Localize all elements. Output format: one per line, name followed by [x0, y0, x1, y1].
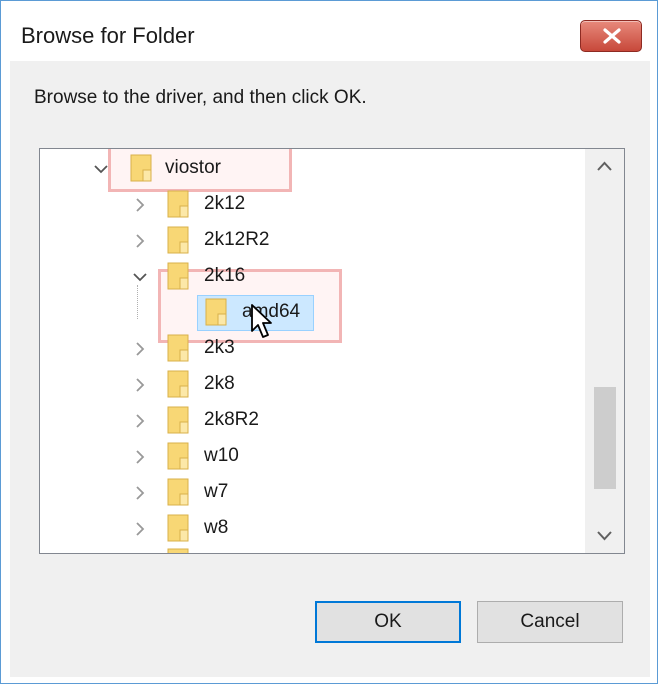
chevron-down-icon[interactable]	[93, 161, 109, 177]
chevron-right-icon[interactable]	[132, 521, 148, 537]
folder-tree[interactable]: viostor 2k12 2k12R2 2k16 amd64 2k3 2k8 2…	[39, 148, 625, 554]
instruction-text: Browse to the driver, and then click OK.	[34, 87, 367, 108]
chevron-right-icon[interactable]	[132, 449, 148, 465]
folder-icon	[167, 442, 189, 470]
chevron-down-icon[interactable]	[132, 269, 148, 285]
ok-button[interactable]: OK	[315, 601, 461, 643]
window-title: Browse for Folder	[21, 23, 195, 48]
tree-item-label: 2k16	[204, 265, 246, 286]
tree-item-2k12[interactable]: 2k12	[40, 187, 580, 223]
folder-icon	[167, 334, 189, 362]
folder-icon	[205, 298, 227, 326]
chevron-right-icon[interactable]	[132, 233, 148, 249]
tree-item-2k8r2[interactable]: 2k8R2	[40, 403, 580, 439]
browse-for-folder-dialog: Browse for Folder Browse to the driver, …	[0, 0, 658, 684]
folder-icon	[167, 514, 189, 542]
tree-item-label: viostor	[165, 157, 221, 178]
tree-item-label: w10	[204, 445, 239, 466]
folder-icon	[167, 548, 189, 553]
tree-item-label: 2k8	[204, 373, 235, 394]
tree-item-label: 2k8R2	[204, 409, 259, 430]
tree-item-label: w8	[204, 517, 229, 538]
folder-icon	[167, 226, 189, 254]
chevron-right-icon[interactable]	[132, 341, 148, 357]
mouse-pointer-icon	[251, 304, 272, 338]
folder-icon	[167, 406, 189, 434]
folder-icon	[167, 262, 189, 290]
tree-item-2k8[interactable]: 2k8	[40, 367, 580, 403]
tree-item-label: w7	[204, 481, 229, 502]
title-bar[interactable]: Browse for Folder	[1, 1, 657, 61]
cancel-button[interactable]: Cancel	[477, 601, 623, 643]
folder-icon	[130, 154, 152, 182]
close-button[interactable]	[580, 20, 642, 52]
scroll-down-button[interactable]	[585, 517, 624, 553]
chevron-up-icon	[597, 161, 612, 171]
chevron-right-icon[interactable]	[132, 413, 148, 429]
vertical-scrollbar[interactable]	[585, 149, 624, 553]
folder-icon	[167, 370, 189, 398]
scroll-up-button[interactable]	[585, 149, 624, 185]
folder-icon	[167, 190, 189, 218]
tree-item-label: 2k12	[204, 193, 246, 214]
tree-item-w8[interactable]: w8	[40, 511, 580, 547]
tree-item-w10[interactable]: w10	[40, 439, 580, 475]
chevron-down-icon	[597, 531, 612, 541]
tree-item-2k12r2[interactable]: 2k12R2	[40, 223, 580, 259]
tree-item-2k3[interactable]: 2k3	[40, 331, 580, 367]
chevron-right-icon[interactable]	[132, 197, 148, 213]
tree-item-viostor[interactable]: viostor	[40, 151, 580, 187]
close-icon	[603, 28, 621, 44]
tree-item-label: 2k3	[204, 337, 235, 358]
dialog-content: Browse to the driver, and then click OK.…	[10, 61, 650, 677]
tree-item-2k16[interactable]: 2k16	[40, 259, 580, 295]
folder-icon	[167, 478, 189, 506]
chevron-right-icon[interactable]	[132, 377, 148, 393]
tree-item-label: 2k12R2	[204, 229, 270, 250]
scroll-thumb[interactable]	[594, 387, 616, 489]
tree-item-w7[interactable]: w7	[40, 475, 580, 511]
tree-item-amd64[interactable]: amd64	[40, 295, 580, 331]
chevron-right-icon[interactable]	[132, 485, 148, 501]
